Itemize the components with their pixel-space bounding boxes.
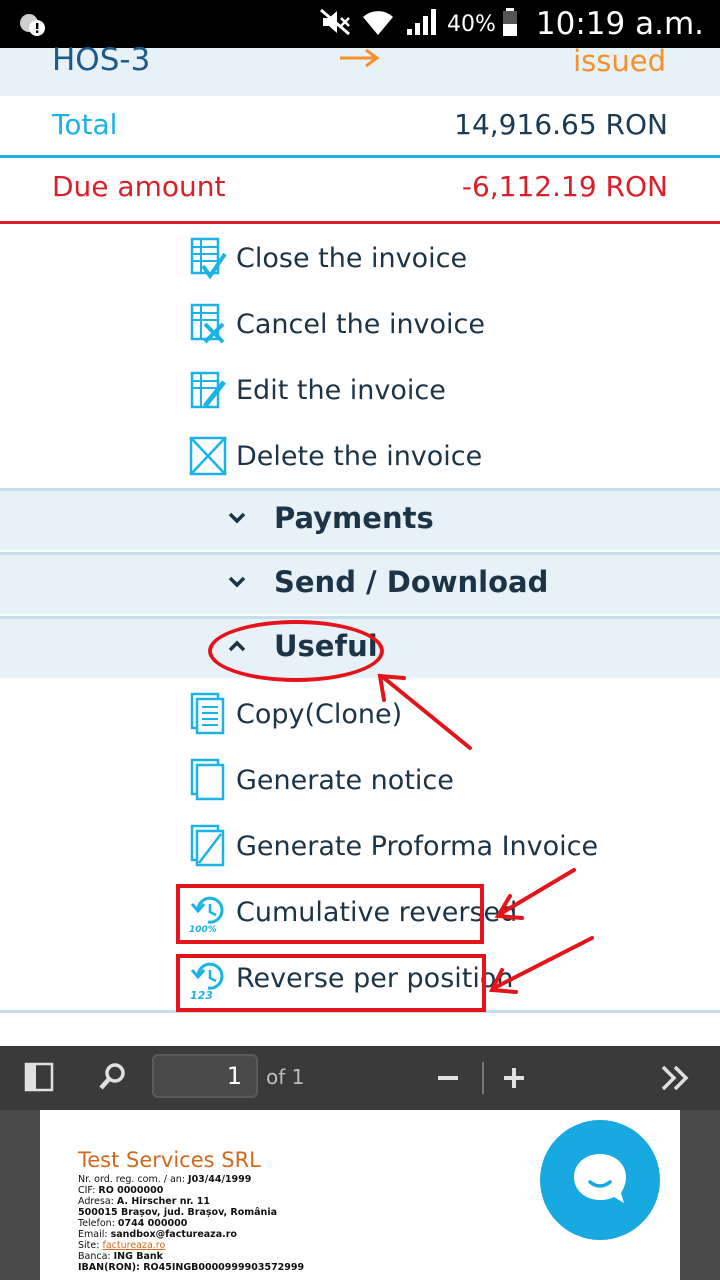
cancel-invoice-label: Cancel the invoice [236,308,486,340]
copy-icon [188,690,228,738]
annotation-box-cumulative [176,884,484,944]
mute-icon [319,7,353,42]
payments-section-header[interactable]: Payments [0,488,720,550]
close-invoice-action[interactable]: Close the invoice [188,228,467,288]
detail-line: 500015 Brașov, jud. Brașov, România [78,1207,277,1218]
due-amount-label: Due amount [52,170,226,203]
notice-icon [188,756,228,804]
invoice-number: HOS-3 [52,42,151,78]
page-number-input[interactable]: 1 [152,1054,258,1098]
detail-line: IBAN(RON): RO45INGB0000999903572999 [78,1262,305,1273]
signal-icon [405,7,439,42]
app-screen: 40% 10:19 a.m. HOS-3 issued Total 14,916… [0,0,720,1280]
invoice-status: issued [573,44,666,78]
chat-button[interactable] [540,1120,660,1240]
cancel-invoice-action[interactable]: Cancel the invoice [188,294,485,354]
page-count-label: of 1 [266,1065,305,1089]
annotation-box-reverse-position [176,954,486,1012]
generate-proforma-action[interactable]: Generate Proforma Invoice [188,816,598,876]
delete-invoice-icon [188,432,228,480]
battery-percent: 40% [447,11,496,37]
search-icon[interactable] [98,1061,128,1096]
invoice-status-row: HOS-3 issued [0,42,720,96]
edit-invoice-label: Edit the invoice [236,374,446,406]
send-download-section-header[interactable]: Send / Download [0,552,720,614]
detail-line: CIF: RO 0000000 [78,1185,164,1196]
cancel-invoice-icon [188,300,228,348]
edit-invoice-action[interactable]: Edit the invoice [188,360,446,420]
delete-invoice-action[interactable]: Delete the invoice [188,426,482,486]
more-tools-icon[interactable] [660,1064,692,1097]
generate-notice-label: Generate notice [236,764,454,796]
due-amount-row: Due amount -6,112.19 RON [0,158,720,224]
copy-clone-action[interactable]: Copy(Clone) [188,684,402,744]
due-amount-value: -6,112.19 RON [461,170,668,203]
detail-line: Adresa: A. Hirscher nr. 11 [78,1196,210,1207]
delete-invoice-label: Delete the invoice [236,440,483,472]
total-label: Total [52,108,118,141]
status-bar: 40% 10:19 a.m. [0,0,720,48]
detail-line: Nr. ord. reg. com. / an: J03/44/1999 [78,1174,252,1185]
detail-line: Site: factureaza.ro [78,1240,166,1251]
sidebar-toggle-icon[interactable] [24,1062,56,1097]
company-name: Test Services SRL [78,1148,261,1172]
generate-notice-action[interactable]: Generate notice [188,750,454,810]
zoom-out-icon[interactable] [436,1066,460,1095]
close-invoice-label: Close the invoice [236,242,468,274]
payments-section-label: Payments [274,501,434,535]
edit-invoice-icon [188,366,228,414]
toolbar-separator [482,1062,484,1094]
annotation-ellipse [208,620,384,682]
proforma-icon [188,822,228,870]
spacer [0,1013,720,1046]
detail-line: Telefon: 0744 000000 [78,1218,188,1229]
total-row: Total 14,916.65 RON [0,96,720,158]
copy-clone-label: Copy(Clone) [236,698,403,730]
chat-bubble-icon [570,1150,630,1215]
chevron-down-icon [226,571,248,598]
wifi-icon [361,7,395,42]
company-details: Nr. ord. reg. com. / an: J03/44/1999 CIF… [78,1174,304,1273]
pdf-toolbar: 1 of 1 [0,1046,720,1110]
notification-icon [18,10,48,43]
chevron-down-icon [226,507,248,534]
arrow-right-icon [338,48,382,77]
battery-icon [502,7,518,42]
zoom-in-icon[interactable] [502,1066,526,1095]
send-download-section-label: Send / Download [274,565,549,599]
generate-proforma-label: Generate Proforma Invoice [236,830,599,862]
detail-line: Email: sandbox@factureaza.ro [78,1229,237,1240]
detail-line: Banca: ING Bank [78,1251,163,1262]
close-invoice-icon [188,234,228,282]
total-value: 14,916.65 RON [454,108,668,141]
clock: 10:19 a.m. [535,6,704,42]
